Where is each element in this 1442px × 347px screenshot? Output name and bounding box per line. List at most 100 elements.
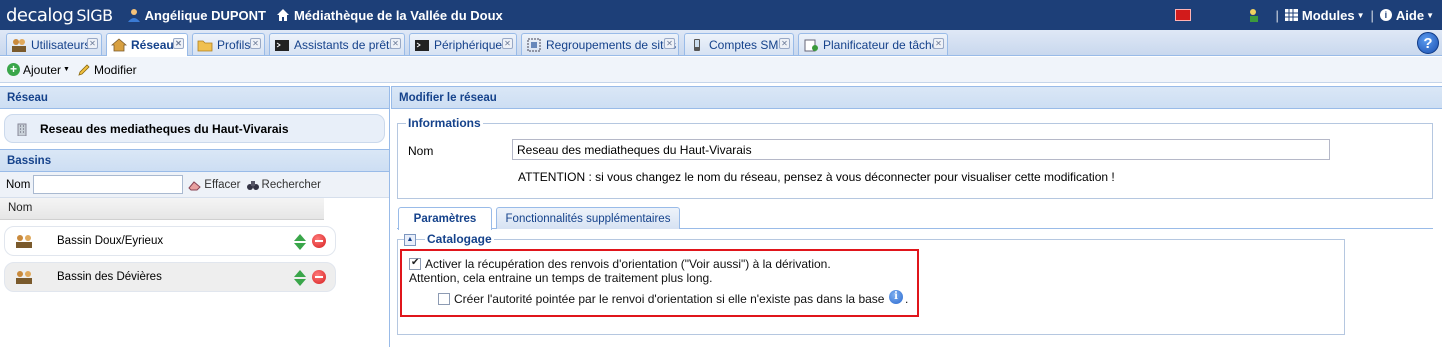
folder-icon (197, 40, 213, 51)
activate-renvois-label: Activer la récupération des renvois d'or… (425, 257, 831, 271)
edit-network-header: Modifier le réseau (391, 86, 1442, 109)
close-icon[interactable]: ✕ (933, 38, 944, 49)
close-icon[interactable]: ✕ (664, 38, 675, 49)
processing-time-note: Attention, cela entraine un temps de tra… (409, 271, 713, 285)
tab-regroupements[interactable]: Regroupements de sites ✕ (521, 33, 679, 55)
tab-label: Fonctionnalités supplémentaires (505, 212, 671, 225)
reorder-arrows-icon[interactable] (293, 233, 307, 251)
search-button-label: Rechercher (261, 178, 321, 191)
network-name-field[interactable] (512, 139, 1330, 160)
library-selector[interactable]: Médiathèque de la Vallée du Doux (276, 8, 503, 23)
reorder-arrows-icon[interactable] (293, 269, 307, 287)
close-icon[interactable]: ✕ (502, 38, 513, 49)
separator: | (1275, 7, 1279, 23)
logo-text: decalog (6, 4, 74, 26)
search-label: Nom (6, 178, 31, 191)
user-name: Angélique DUPONT (144, 7, 266, 23)
nom-label: Nom (408, 144, 434, 158)
tab-parametres[interactable]: Paramètres (398, 207, 492, 230)
tab-label: Utilisateurs (31, 37, 91, 52)
eraser-icon (188, 180, 202, 190)
binoculars-icon (246, 180, 259, 190)
grid-icon (1284, 9, 1298, 21)
edit-button[interactable]: Modifier (77, 63, 137, 77)
network-panel-header: Réseau (0, 86, 389, 109)
group-icon (16, 234, 32, 248)
tab-label: Assistants de prêts (294, 37, 396, 52)
collapse-icon[interactable]: ▲ (404, 234, 416, 246)
person-settings-icon[interactable] (1247, 8, 1261, 22)
catalogage-legend: Catalogage (425, 232, 494, 246)
attention-message: ATTENTION : si vous changez le nom du ré… (518, 170, 1115, 184)
tab-planificateur[interactable]: Planificateur de tâches ✕ (798, 33, 948, 55)
grid-icon (527, 38, 541, 51)
edit-label: Modifier (93, 62, 137, 77)
tab-peripheriques[interactable]: Périphériques ✕ (409, 33, 517, 55)
right-panel: Modifier le réseau Informations Nom ATTE… (391, 86, 1442, 347)
settings-tabs: Paramètres Fonctionnalités supplémentair… (397, 207, 1433, 230)
terminal-icon (275, 39, 289, 51)
tab-label: Profils (217, 37, 251, 52)
help-icon[interactable]: ? (1417, 32, 1439, 54)
notification-icon[interactable] (1175, 9, 1192, 21)
tab-utilisateurs[interactable]: Utilisateurs ✕ (6, 33, 102, 55)
caret-down-icon: ▼ (63, 66, 70, 73)
tab-profils[interactable]: Profils ✕ (192, 33, 265, 55)
tab-label: Comptes SMS (709, 37, 787, 52)
library-name: Médiathèque de la Vallée du Doux (293, 7, 503, 23)
search-button[interactable]: Rechercher (246, 179, 321, 191)
toolbar: + Ajouter ▼ Modifier (0, 57, 1442, 83)
bassins-section: Bassins Nom Effacer Rechercher Nom Bassi… (0, 149, 389, 292)
clear-button[interactable]: Effacer (188, 178, 241, 191)
info-icon[interactable]: i (889, 290, 903, 304)
module-tabs: Utilisateurs ✕ Réseau ✕ Profils ✕ Assist… (0, 30, 1442, 56)
search-input[interactable] (33, 175, 184, 194)
user-menu[interactable]: Angélique DUPONT (127, 8, 266, 23)
modules-menu[interactable]: Modules ▼ (1284, 7, 1365, 23)
tab-reseau[interactable]: Réseau ✕ (106, 33, 188, 56)
building-icon (17, 123, 27, 136)
bassin-search-bar: Nom Effacer Rechercher (0, 172, 389, 198)
list-item[interactable]: Bassin Doux/Eyrieux (4, 226, 336, 256)
activate-renvois-checkbox[interactable] (409, 257, 421, 270)
close-icon[interactable]: ✕ (173, 38, 184, 49)
network-item[interactable]: Reseau des mediatheques du Haut-Vivarais (4, 114, 385, 143)
pencil-icon (78, 63, 90, 76)
tab-label: Réseau (131, 38, 174, 52)
tab-label: Paramètres (413, 213, 477, 225)
bassins-header: Bassins (0, 149, 389, 172)
close-icon[interactable]: ✕ (390, 38, 401, 49)
users-icon (12, 38, 26, 52)
top-right-actions: | Modules ▼ | i Aide ▼ (1175, 0, 1434, 30)
create-authority-checkbox[interactable] (438, 293, 450, 305)
caret-down-icon: ▼ (1356, 10, 1365, 20)
tab-label: Regroupements de sites (546, 37, 677, 52)
home-icon (111, 38, 127, 52)
add-label: Ajouter (23, 62, 62, 77)
close-icon[interactable]: ✕ (87, 38, 98, 49)
tab-assistants[interactable]: Assistants de prêts ✕ (269, 33, 405, 55)
home-icon (276, 9, 289, 21)
column-header-nom[interactable]: Nom (0, 198, 324, 220)
close-icon[interactable]: ✕ (250, 38, 261, 49)
tab-fonctionnalites[interactable]: Fonctionnalités supplémentaires (496, 207, 680, 229)
close-icon[interactable]: ✕ (779, 38, 790, 49)
terminal-icon (415, 39, 429, 51)
app-logo: decalog SIGB (6, 5, 113, 26)
network-name: Reseau des mediatheques du Haut-Vivarais (40, 121, 289, 136)
help-label: Aide (1395, 7, 1425, 23)
user-icon (127, 9, 140, 22)
bassin-name: Bassin Doux/Eyrieux (57, 235, 164, 247)
modules-label: Modules (1301, 7, 1355, 23)
list-item[interactable]: Bassin des Dévières (4, 262, 336, 292)
info-icon: i (1379, 9, 1392, 21)
tab-comptes-sms[interactable]: Comptes SMS ✕ (684, 33, 794, 55)
delete-icon[interactable] (312, 270, 326, 284)
top-bar: decalog SIGB Angélique DUPONT Médiathèqu… (0, 0, 1442, 30)
delete-icon[interactable] (312, 234, 326, 248)
add-button[interactable]: + Ajouter ▼ (7, 63, 70, 77)
help-menu[interactable]: i Aide ▼ (1379, 7, 1434, 23)
informations-legend: Informations (406, 116, 483, 130)
clear-label: Effacer (204, 178, 241, 191)
plus-icon: + (7, 63, 20, 76)
